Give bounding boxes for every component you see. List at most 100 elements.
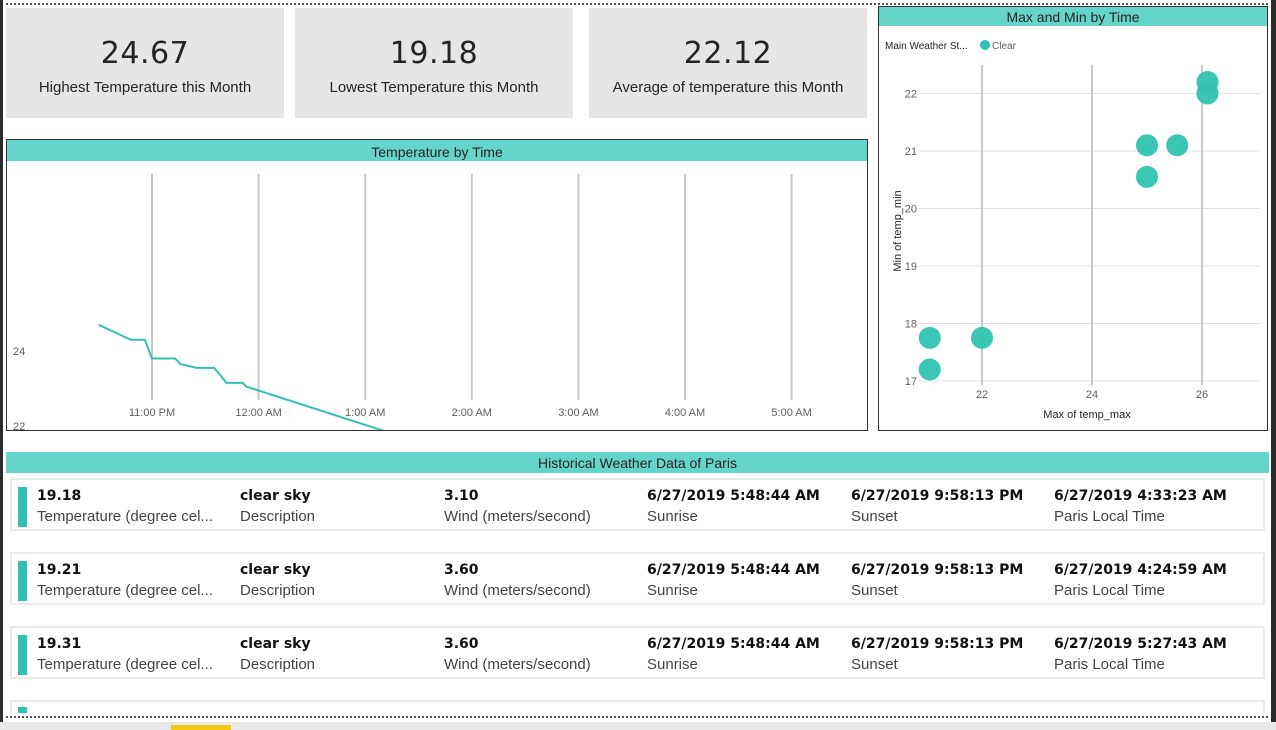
y-tick-label: 20 <box>905 204 917 216</box>
table-cell: clear sky Description <box>240 562 315 599</box>
table-row[interactable]: 19.31 Temperature (degree cel... clear sky… <box>10 626 1265 679</box>
kpi-card-lowest[interactable]: 19.18 Lowest Temperature this Month <box>295 8 573 118</box>
cell-label: Paris Local Time <box>1054 582 1165 599</box>
table-cell: 6/27/2019 5:48:44 AM Sunrise <box>647 636 820 673</box>
scatter-point[interactable] <box>918 326 941 349</box>
cell-label: Sunrise <box>647 508 698 525</box>
scatter-point[interactable] <box>971 326 993 349</box>
cell-value: clear sky <box>240 488 311 504</box>
y-tick-label: 22 <box>13 421 25 430</box>
row-accent <box>18 635 27 675</box>
y-tick-label: 17 <box>905 376 917 388</box>
cell-value: 3.60 <box>444 636 479 652</box>
cell-value: clear sky <box>240 636 311 652</box>
table-cell: 6/27/2019 9:58:13 PM Sunset <box>851 488 1023 525</box>
cell-label: Sunset <box>851 656 898 673</box>
x-tick-label: 22 <box>976 389 988 401</box>
table-cell: 6/27/2019 4:24:59 AM Paris Local Time <box>1054 562 1227 599</box>
table-cell: 6/27/2019 5:48:44 AM Sunrise <box>647 488 820 525</box>
legend-dot-clear <box>980 40 990 50</box>
x-axis-title: Max of temp_max <box>1043 409 1131 421</box>
line-chart-svg: 242220 11:00 PM12:00 AM1:00 AM2:00 AM3:0… <box>13 174 812 430</box>
cell-label: Wind (meters/second) <box>444 656 591 673</box>
cell-label: Temperature (degree cel... <box>37 508 213 525</box>
kpi-card-highest[interactable]: 24.67 Highest Temperature this Month <box>6 8 284 118</box>
scatter-point[interactable] <box>1136 134 1158 157</box>
cell-label: Description <box>240 582 316 599</box>
scatter-point[interactable] <box>1136 165 1158 188</box>
cell-label: Sunset <box>851 508 898 525</box>
table-cell: clear sky Description <box>240 488 315 525</box>
cell-label: Paris Local Time <box>1054 656 1165 673</box>
table-row-partial[interactable] <box>10 700 1265 714</box>
kpi-label: Highest Temperature this Month <box>38 79 252 96</box>
table-cell: 6/27/2019 9:58:13 PM Sunset <box>851 636 1023 673</box>
page-tab-active[interactable] <box>171 725 231 730</box>
table-cell: clear sky Description <box>240 636 315 673</box>
kpi-value: 22.12 <box>683 36 773 71</box>
y-tick-label: 22 <box>905 89 917 101</box>
table-row[interactable]: 19.18 Temperature (degree cel... clear sky… <box>10 478 1265 531</box>
kpi-label: Lowest Temperature this Month <box>329 79 539 96</box>
scatter-point[interactable] <box>1166 134 1189 157</box>
y-tick-label: 21 <box>905 146 917 158</box>
scatter-chart-svg: Main Weather St... Clear 22 21 20 19 18 17 22… <box>885 40 1259 421</box>
historical-data-title: Historical Weather Data of Paris <box>6 452 1269 473</box>
kpi-card-average[interactable]: 22.12 Average of temperature this Month <box>589 8 867 118</box>
table-cell: 3.60 Wind (meters/second) <box>444 562 591 599</box>
kpi-value: 19.18 <box>389 36 479 71</box>
cell-label: Sunset <box>851 582 898 599</box>
cell-value: 6/27/2019 9:58:13 PM <box>851 488 1024 504</box>
window-frame-right <box>1271 0 1276 730</box>
table-cell: 3.10 Wind (meters/second) <box>444 488 591 525</box>
legend-title: Main Weather St... <box>885 41 968 52</box>
cell-label: Description <box>240 656 316 673</box>
legend-item-clear[interactable]: Clear <box>992 41 1017 52</box>
cell-value: clear sky <box>240 562 311 578</box>
cell-value: 6/27/2019 4:33:23 AM <box>1054 488 1227 504</box>
row-accent <box>18 487 27 527</box>
x-tick-label: 12:00 AM <box>235 407 281 419</box>
table-cell: 19.21 Temperature (degree cel... <box>37 562 213 599</box>
cell-value: 3.10 <box>444 488 479 504</box>
canvas-border-top <box>6 3 1268 5</box>
table-cell: 6/27/2019 4:33:23 AM Paris Local Time <box>1054 488 1227 525</box>
max-min-scatter-chart[interactable]: Max and Min by Time Main Weather St... C… <box>878 6 1268 431</box>
cell-value: 6/27/2019 4:24:59 AM <box>1054 562 1227 578</box>
cell-label: Description <box>240 508 316 525</box>
x-tick-label: 3:00 AM <box>558 407 598 419</box>
window-frame-left <box>0 0 3 730</box>
table-cell: 19.31 Temperature (degree cel... <box>37 636 213 673</box>
cell-value: 6/27/2019 5:48:44 AM <box>647 636 820 652</box>
cell-value: 6/27/2019 5:48:44 AM <box>647 488 820 504</box>
row-accent <box>18 561 27 601</box>
x-tick-label: 4:00 AM <box>665 407 705 419</box>
row-accent <box>18 707 27 713</box>
table-cell: 6/27/2019 5:48:44 AM Sunrise <box>647 562 820 599</box>
kpi-value: 24.67 <box>100 36 190 71</box>
cell-value: 19.21 <box>37 562 82 578</box>
y-tick-label: 19 <box>905 261 917 273</box>
temperature-by-time-chart[interactable]: Temperature by Time 242220 11:00 PM12:00… <box>6 139 868 431</box>
x-tick-label: 24 <box>1086 389 1098 401</box>
cell-value: 6/27/2019 9:58:13 PM <box>851 636 1024 652</box>
table-cell: 3.60 Wind (meters/second) <box>444 636 591 673</box>
cell-label: Paris Local Time <box>1054 508 1165 525</box>
x-tick-label: 5:00 AM <box>771 407 811 419</box>
scatter-point[interactable] <box>1196 82 1219 105</box>
table-cell: 6/27/2019 5:27:43 AM Paris Local Time <box>1054 636 1227 673</box>
cell-value: 6/27/2019 5:27:43 AM <box>1054 636 1227 652</box>
cell-value: 19.18 <box>37 488 82 504</box>
cell-label: Temperature (degree cel... <box>37 656 213 673</box>
cell-label: Sunrise <box>647 582 698 599</box>
cell-value: 19.31 <box>37 636 82 652</box>
scatter-point[interactable] <box>918 358 941 381</box>
y-tick-label: 18 <box>905 319 917 331</box>
cell-label: Sunrise <box>647 656 698 673</box>
y-tick-label: 24 <box>13 346 25 358</box>
cell-label: Wind (meters/second) <box>444 508 591 525</box>
table-row[interactable]: 19.21 Temperature (degree cel... clear sky… <box>10 552 1265 605</box>
x-tick-label: 26 <box>1196 389 1208 401</box>
y-axis-title: Min of temp_min <box>892 190 904 271</box>
table-cell: 6/27/2019 9:58:13 PM Sunset <box>851 562 1023 599</box>
